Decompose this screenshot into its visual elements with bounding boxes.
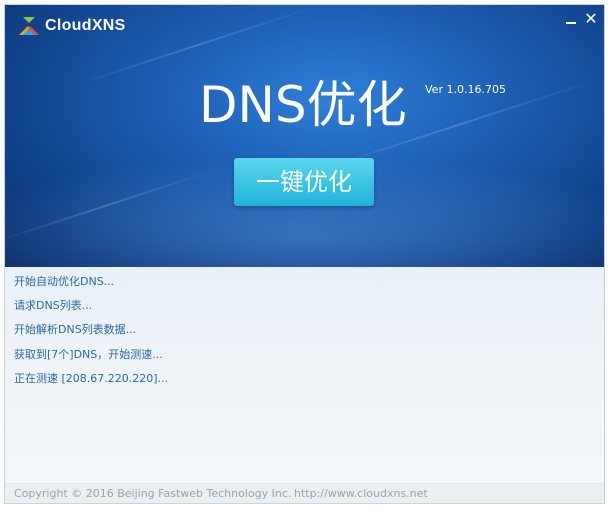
copyright-text: Copyright © 2016 Beijing Fastweb Technol…	[14, 487, 292, 500]
website-link[interactable]: http://www.cloudxns.net	[294, 487, 428, 500]
log-line: 开始自动优化DNS...	[14, 275, 115, 288]
log-line: 正在测速 [208.67.220.220]...	[14, 372, 169, 385]
log-line: 开始解析DNS列表数据...	[14, 323, 137, 336]
log-line: 获取到[7个]DNS，开始测速...	[14, 348, 163, 361]
close-icon: ✕	[584, 9, 598, 28]
app-window: CloudXNS ✕ DNS优化 Ver 1.0.16.705 一键优化 开始自…	[4, 4, 605, 504]
version-label: Ver 1.0.16.705	[425, 83, 506, 96]
one-click-optimize-button[interactable]: 一键优化	[234, 158, 374, 206]
cloudxns-logo-icon	[19, 17, 39, 35]
app-logo: CloudXNS	[17, 13, 126, 39]
logo-text: CloudXNS	[45, 17, 126, 34]
close-button[interactable]: ✕	[581, 9, 601, 29]
minimize-button[interactable]	[561, 9, 581, 29]
log-line: 请求DNS列表...	[14, 299, 93, 312]
minimize-icon	[566, 22, 576, 24]
footer: Copyright © 2016 Beijing Fastweb Technol…	[5, 483, 604, 503]
header-banner: CloudXNS ✕ DNS优化 Ver 1.0.16.705 一键优化	[5, 5, 604, 267]
log-panel: 开始自动优化DNS... 请求DNS列表... 开始解析DNS列表数据... 获…	[5, 267, 604, 483]
page-title: DNS优化	[199, 76, 407, 134]
